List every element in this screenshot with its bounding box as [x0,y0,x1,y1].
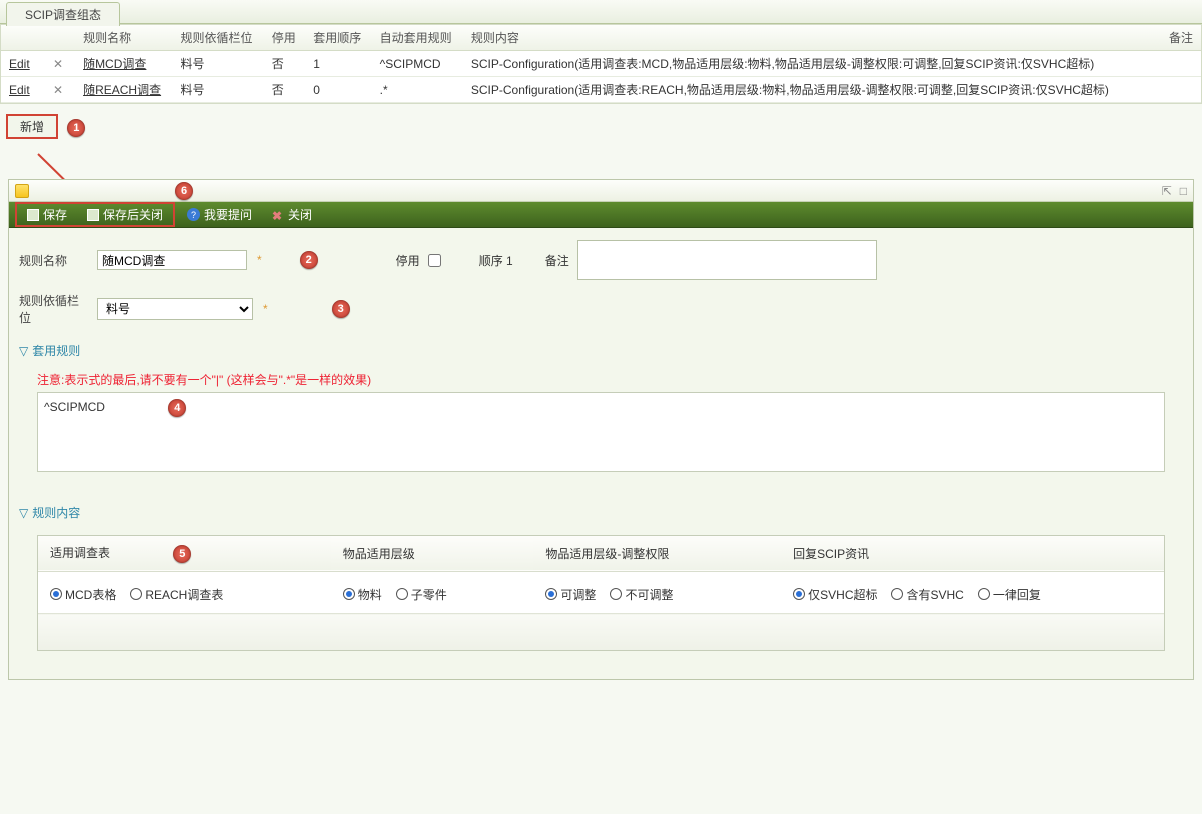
marker-6: 6 [175,182,193,200]
label-order: 顺序 [479,254,503,268]
radio-level-material[interactable]: 物料 [343,586,382,603]
col-order[interactable]: 套用顺序 [305,25,371,51]
delete-icon[interactable]: ✕ [49,83,67,97]
cell-order: 0 [305,77,371,103]
col-followcol[interactable]: 规则依循栏位 [173,25,264,51]
remark-textarea[interactable] [577,240,877,280]
tab-scip[interactable]: SCIP调查组态 [6,2,120,26]
save-close-button[interactable]: 保存后关闭 [79,204,171,225]
label-rule-name: 规则名称 [19,252,89,269]
form-toolbar: 保存 保存后关闭 ?我要提问 ✖关闭 [9,202,1193,228]
detail-panel: 6 ⇱ □ 保存 保存后关闭 ?我要提问 ✖关闭 规则名称 * 2 停用 顺序 … [8,179,1194,680]
radio-survey-reach[interactable]: REACH调查表 [130,586,223,603]
order-value: 1 [506,254,513,268]
table-row[interactable]: Edit ✕ 随MCD调查 料号 否 1 ^SCIPMCD SCIP-Confi… [1,51,1201,77]
label-disable: 停用 [396,252,420,269]
add-button[interactable]: 新增 [6,114,58,139]
radio-reply-contains[interactable]: 含有SVHC [891,586,963,603]
top-tab-bar: SCIP调查组态 [0,0,1202,24]
rule-name-link[interactable]: 随REACH调查 [83,83,161,97]
rule-name-input[interactable] [97,250,247,270]
ask-button[interactable]: ?我要提问 [179,204,260,225]
marker-2: 2 [300,251,318,269]
radio-adj-yes[interactable]: 可调整 [545,586,596,603]
disable-checkbox[interactable] [428,254,441,267]
marker-4: 4 [168,399,186,417]
radio-reply-over[interactable]: 仅SVHC超标 [793,586,877,603]
cell-content: SCIP-Configuration(适用调查表:MCD,物品适用层级:物料,物… [463,51,1141,77]
col-survey: 适用调查表 [50,546,110,560]
edit-link[interactable]: Edit [9,83,30,97]
col-auto[interactable]: 自动套用规则 [372,25,463,51]
save-button[interactable]: 保存 [19,204,75,225]
delete-icon[interactable]: ✕ [49,57,67,71]
label-remark: 备注 [545,252,569,269]
cell-content: SCIP-Configuration(适用调查表:REACH,物品适用层级:物料… [463,77,1141,103]
cell-auto: .* [372,77,463,103]
expr-box[interactable]: ^SCIPMCD 4 [37,392,1165,472]
radio-reply-always[interactable]: 一律回复 [978,586,1041,603]
expr-value: ^SCIPMCD [44,400,105,414]
marker-1: 1 [67,119,85,137]
table-row[interactable]: Edit ✕ 随REACH调查 料号 否 0 .* SCIP-Configura… [1,77,1201,103]
cell-col: 料号 [173,51,264,77]
col-level: 物品适用层级 [331,536,534,571]
col-level-adj: 物品适用层级-调整权限 [533,536,781,571]
cell-auto: ^SCIPMCD [372,51,463,77]
maximize-icon[interactable]: □ [1180,184,1187,198]
doc-icon [15,184,29,198]
marker-5: 5 [173,545,191,563]
rule-name-link[interactable]: 随MCD调查 [83,57,146,71]
section-rule-content[interactable]: ▽规则内容 [19,500,1183,525]
radio-adj-no[interactable]: 不可调整 [610,586,673,603]
cell-disabled: 否 [264,77,305,103]
radio-level-subpart[interactable]: 子零件 [396,586,447,603]
col-reply: 回复SCIP资讯 [781,536,1164,571]
follow-col-select[interactable]: 料号 [97,298,253,320]
cell-order: 1 [305,51,371,77]
cell-disabled: 否 [264,51,305,77]
rules-grid: 规则名称 规则依循栏位 停用 套用顺序 自动套用规则 规则内容 备注 Edit … [0,24,1202,104]
radio-survey-mcd[interactable]: MCD表格 [50,586,116,603]
close-button[interactable]: ✖关闭 [264,204,320,225]
edit-link[interactable]: Edit [9,57,30,71]
marker-3: 3 [332,300,350,318]
col-remark[interactable]: 备注 [1141,25,1201,51]
label-follow-col: 规则依循栏位 [19,292,89,326]
col-disabled[interactable]: 停用 [264,25,305,51]
pin-icon[interactable]: ⇱ [1162,184,1172,198]
cell-col: 料号 [173,77,264,103]
section-apply-rule[interactable]: ▽套用规则 [19,338,1183,363]
col-name[interactable]: 规则名称 [75,25,172,51]
expr-note: 注意:表示式的最后,请不要有一个"|" (这样会与".*"是一样的效果) [37,371,1183,388]
col-content[interactable]: 规则内容 [463,25,1141,51]
